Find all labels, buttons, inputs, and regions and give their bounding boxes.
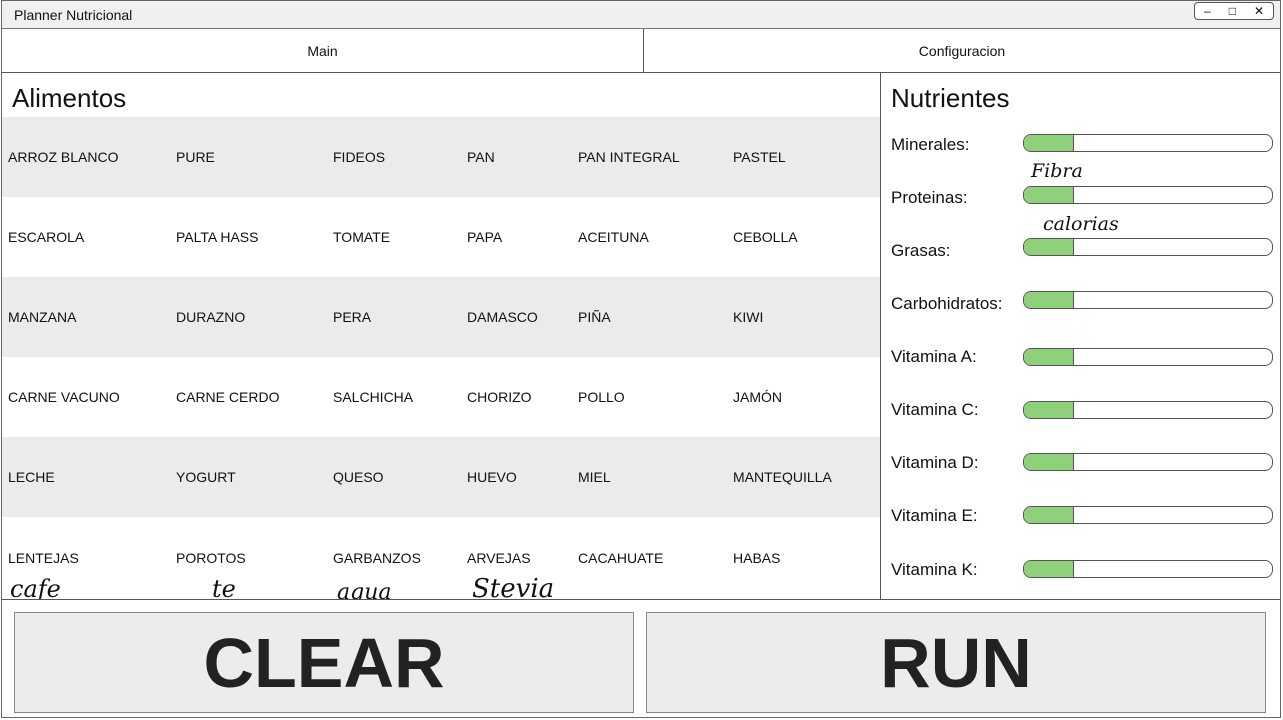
nutrient-level-fill — [1024, 349, 1074, 365]
food-item[interactable]: POLLO — [578, 357, 625, 437]
food-item[interactable]: CARNE VACUNO — [8, 357, 120, 437]
food-item[interactable]: CHORIZO — [467, 357, 532, 437]
nutrient-level-bar[interactable] — [1023, 238, 1273, 256]
food-item[interactable]: CEBOLLA — [733, 197, 798, 277]
handwritten-foods: cafe te agua Stevia — [10, 574, 554, 599]
foods-heading: Alimentos — [12, 83, 127, 113]
nutrient-level-bar[interactable] — [1023, 453, 1273, 471]
nutrient-level-bar[interactable] — [1023, 186, 1273, 204]
clear-button[interactable]: CLEAR — [14, 612, 634, 713]
nutrients-panel: Nutrientes Minerales: Proteinas: Grasas: Ca… — [881, 73, 1280, 599]
nutrient-level-bar[interactable] — [1023, 401, 1273, 419]
nutrient-level-fill — [1024, 292, 1074, 308]
window-controls: – □ ✕ — [1194, 2, 1274, 20]
nutrient-level-bar[interactable] — [1023, 506, 1273, 524]
food-item[interactable]: PAN INTEGRAL — [578, 117, 680, 197]
food-item[interactable]: PURE — [176, 117, 215, 197]
nutrient-label: Proteinas: — [891, 188, 968, 207]
nutrient-level-fill — [1024, 187, 1074, 203]
food-item[interactable]: ARROZ BLANCO — [8, 117, 118, 197]
handwritten-food: agua — [337, 580, 391, 599]
title-bar: Planner Nutricional – □ ✕ — [2, 1, 1280, 29]
food-item[interactable]: MANZANA — [8, 277, 76, 357]
food-item[interactable]: SALCHICHA — [333, 357, 413, 437]
app-window: Planner Nutricional – □ ✕ Main Configura… — [1, 0, 1281, 718]
nutrient-level-bar[interactable] — [1023, 291, 1273, 309]
food-row: LECHE YOGURT QUESO HUEVO MIEL MANTEQUILLA — [2, 437, 880, 517]
nutrient-label: Vitamina C: — [891, 400, 979, 419]
food-item[interactable]: PIÑA — [578, 277, 611, 357]
food-item[interactable]: YOGURT — [176, 437, 236, 517]
food-row: MANZANA DURAZNO PERA DAMASCO PIÑA KIWI — [2, 277, 880, 357]
foods-panel: Alimentos ARROZ BLANCO PURE FIDEOS PAN PAN I… — [2, 73, 881, 599]
nutrient-label: Vitamina E: — [891, 506, 978, 525]
handwritten-note-calorias: calorias — [1043, 213, 1119, 235]
nutrient-level-bar[interactable] — [1023, 134, 1273, 152]
handwritten-note: calorias — [1043, 213, 1119, 235]
nutrient-level-fill — [1024, 507, 1074, 523]
nutrient-level-bar[interactable] — [1023, 348, 1273, 366]
nutrient-label: Vitamina K: — [891, 560, 978, 579]
tab-bar: Main Configuracion — [2, 29, 1280, 73]
tab-main[interactable]: Main — [2, 29, 644, 72]
food-row: CARNE VACUNO CARNE CERDO SALCHICHA CHORIZO P… — [2, 357, 880, 437]
food-item[interactable]: PAN — [467, 117, 495, 197]
food-item[interactable]: MANTEQUILLA — [733, 437, 832, 517]
nutrient-level-fill — [1024, 239, 1074, 255]
food-item[interactable]: HABAS — [733, 517, 780, 599]
nutrient-level-fill — [1024, 561, 1074, 577]
food-item[interactable]: MIEL — [578, 437, 611, 517]
handwritten-food: te — [212, 575, 236, 599]
foods-grid: ARROZ BLANCO PURE FIDEOS PAN PAN INTEGRAL PAS… — [2, 117, 880, 597]
food-item[interactable]: PALTA HASS — [176, 197, 258, 277]
tab-configuracion[interactable]: Configuracion — [644, 29, 1280, 72]
food-item[interactable]: DURAZNO — [176, 277, 245, 357]
maximize-icon[interactable]: □ — [1229, 5, 1236, 17]
food-row: ARROZ BLANCO PURE FIDEOS PAN PAN INTEGRAL PAS… — [2, 117, 880, 197]
nutrient-level-fill — [1024, 402, 1074, 418]
nutrient-level-fill — [1024, 135, 1074, 151]
food-item[interactable]: CARNE CERDO — [176, 357, 279, 437]
food-item[interactable]: FIDEOS — [333, 117, 385, 197]
food-item[interactable]: QUESO — [333, 437, 384, 517]
close-icon[interactable]: ✕ — [1254, 5, 1264, 17]
handwritten-note-fibra: Fibra — [1030, 160, 1083, 182]
nutrient-label: Vitamina A: — [891, 347, 977, 366]
food-item[interactable]: PASTEL — [733, 117, 786, 197]
food-row: ESCAROLA PALTA HASS TOMATE PAPA ACEITUNA CEBO… — [2, 197, 880, 277]
minimize-icon[interactable]: – — [1204, 5, 1211, 17]
nutrient-label: Minerales: — [891, 135, 970, 154]
food-item[interactable]: DAMASCO — [467, 277, 538, 357]
food-item[interactable]: HUEVO — [467, 437, 517, 517]
food-item[interactable]: ACEITUNA — [578, 197, 649, 277]
food-item[interactable]: JAMÓN — [733, 357, 782, 437]
food-item[interactable]: KIWI — [733, 277, 763, 357]
action-bar: CLEAR RUN — [2, 599, 1280, 717]
run-button[interactable]: RUN — [646, 612, 1266, 713]
handwritten-note: Fibra — [1030, 160, 1083, 182]
nutrient-label: Grasas: — [891, 241, 951, 260]
food-item[interactable]: LECHE — [8, 437, 55, 517]
handwritten-food: cafe — [10, 575, 61, 599]
window-title: Planner Nutricional — [14, 7, 133, 23]
food-item[interactable]: PERA — [333, 277, 371, 357]
food-item[interactable]: PAPA — [467, 197, 502, 277]
food-item[interactable]: ESCAROLA — [8, 197, 84, 277]
nutrient-level-bar[interactable] — [1023, 560, 1273, 578]
nutrient-label: Vitamina D: — [891, 453, 979, 472]
handwritten-food: Stevia — [472, 574, 554, 599]
nutrient-label: Carbohidratos: — [891, 294, 1003, 313]
food-item[interactable]: TOMATE — [333, 197, 390, 277]
nutrient-level-fill — [1024, 454, 1074, 470]
nutrients-heading: Nutrientes — [891, 83, 1010, 113]
